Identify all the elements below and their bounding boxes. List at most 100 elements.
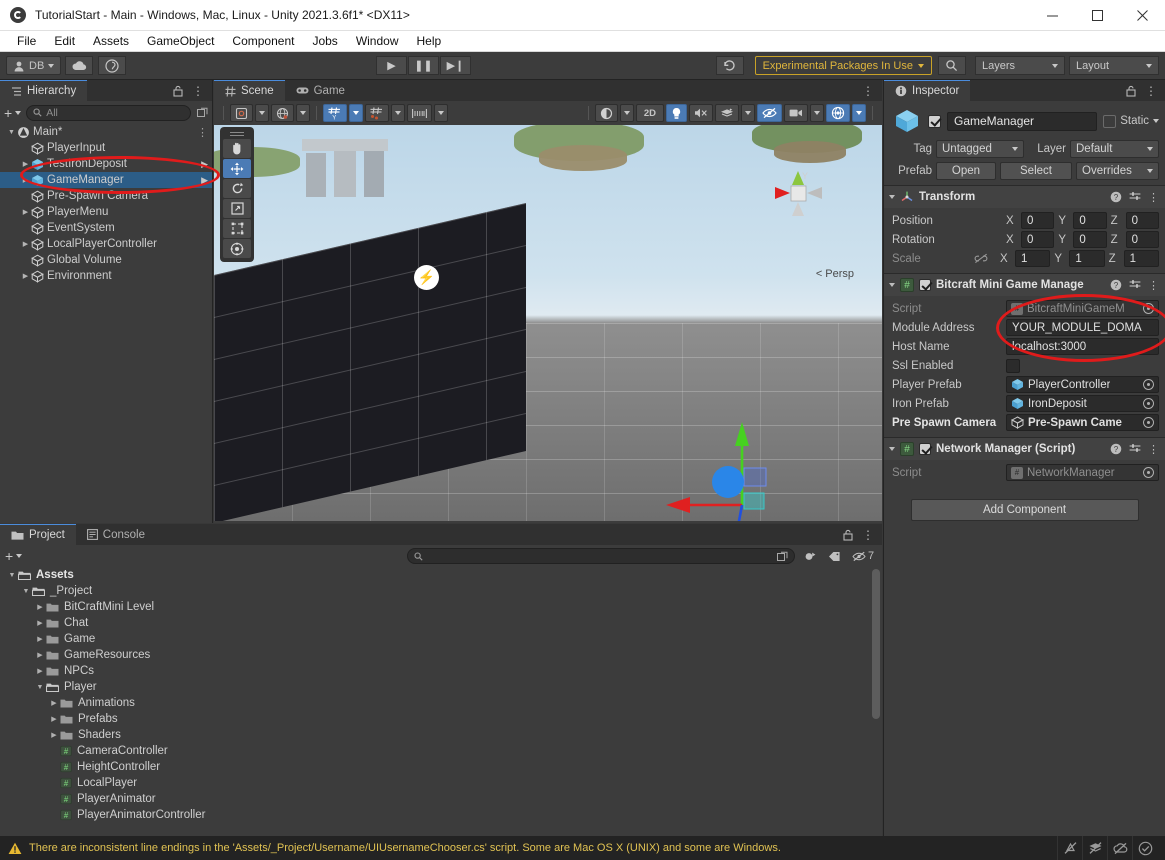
module-address-input[interactable]: YOUR_MODULE_DOMA xyxy=(1006,319,1159,336)
project-item-game[interactable]: ▶ Game xyxy=(0,631,882,647)
expand-arrow-icon[interactable]: ▶ xyxy=(20,240,31,248)
preset-icon[interactable] xyxy=(1129,191,1141,203)
status-message[interactable]: There are inconsistent line endings in t… xyxy=(29,842,781,854)
grid-ruler-dropdown[interactable] xyxy=(434,104,448,122)
hierarchy-item-testirondeposit[interactable]: ▶ TestIronDeposit ▶ xyxy=(0,156,212,172)
host-name-input[interactable]: localhost:3000 xyxy=(1006,338,1159,355)
expand-arrow-icon[interactable]: ▼ xyxy=(6,572,18,579)
rotation-x-input[interactable]: 0 xyxy=(1021,231,1055,248)
chevron-down-icon[interactable] xyxy=(889,447,895,451)
gizmos-dropdown[interactable] xyxy=(852,104,866,122)
menu-component[interactable]: Component xyxy=(223,31,303,52)
hidden-objects-toggle[interactable] xyxy=(757,104,782,122)
expand-arrow-icon[interactable]: ▶ xyxy=(48,715,60,723)
gameobject-name-input[interactable]: GameManager xyxy=(947,111,1098,131)
component-enabled-checkbox[interactable] xyxy=(919,443,931,455)
project-item-bitcraftmini-level[interactable]: ▶ BitCraftMini Level xyxy=(0,599,882,615)
transform-tool-button[interactable] xyxy=(223,239,251,258)
project-item-player[interactable]: ▼ Player xyxy=(0,679,882,695)
inspector-menu-icon[interactable]: ⋮ xyxy=(1145,84,1157,98)
hierarchy-scene-menu-icon[interactable]: ⋮ xyxy=(197,126,208,139)
lighting-toggle[interactable] xyxy=(666,104,687,122)
chevron-down-icon[interactable] xyxy=(1153,119,1159,123)
expand-arrow-icon[interactable]: ▶ xyxy=(34,635,46,643)
expand-arrow-icon[interactable]: ▶ xyxy=(48,731,60,739)
hidden-assets-filter[interactable]: 7 xyxy=(849,550,877,562)
network-script-field[interactable]: # NetworkManager xyxy=(1006,464,1159,481)
scene-view-mode-label[interactable]: < Persp xyxy=(816,268,854,280)
script-object-field[interactable]: # BitcraftMiniGameM xyxy=(1006,300,1159,317)
help-icon[interactable]: ? xyxy=(1110,191,1122,203)
lock-icon[interactable] xyxy=(1126,85,1136,97)
preset-icon[interactable] xyxy=(1129,443,1141,455)
scene-menu-icon[interactable]: ⋮ xyxy=(862,84,874,98)
prefab-enter-arrow-icon[interactable]: ▶ xyxy=(201,175,208,186)
expand-arrow-icon[interactable]: ▶ xyxy=(20,176,31,184)
rotate-tool-button[interactable] xyxy=(223,179,251,198)
preset-icon[interactable] xyxy=(1129,279,1141,291)
collab-off-icon[interactable] xyxy=(1057,836,1082,860)
menu-assets[interactable]: Assets xyxy=(84,31,138,52)
close-button[interactable] xyxy=(1120,0,1165,31)
collab-button[interactable] xyxy=(98,56,127,75)
account-button[interactable]: DB xyxy=(6,56,62,75)
menu-file[interactable]: File xyxy=(8,31,45,52)
expand-arrow-icon[interactable]: ▼ xyxy=(20,588,32,595)
move-gizmo[interactable] xyxy=(654,360,834,521)
handle-space-dropdown[interactable] xyxy=(296,104,310,122)
pivot-mode-button[interactable] xyxy=(230,104,253,122)
project-item-prefabs[interactable]: ▶ Prefabs xyxy=(0,711,882,727)
component-menu-icon[interactable]: ⋮ xyxy=(1148,191,1159,204)
project-search-input[interactable] xyxy=(407,548,795,564)
component-menu-icon[interactable]: ⋮ xyxy=(1148,443,1159,456)
grid-ruler-button[interactable] xyxy=(407,104,432,122)
cloud-off-icon[interactable] xyxy=(1107,836,1132,860)
lock-icon[interactable] xyxy=(173,85,183,97)
iron-prefab-field[interactable]: IronDeposit xyxy=(1006,395,1159,412)
link-off-icon[interactable] xyxy=(974,253,996,264)
tag-dropdown[interactable]: Untagged xyxy=(936,140,1024,158)
hierarchy-item-gamemanager[interactable]: ▶ GameManager ▶ xyxy=(0,172,212,188)
hierarchy-item-playermenu[interactable]: ▶ PlayerMenu xyxy=(0,204,212,220)
experimental-packages-button[interactable]: Experimental Packages In Use xyxy=(754,56,932,75)
menu-gameobject[interactable]: GameObject xyxy=(138,31,223,52)
expand-arrow-icon[interactable]: ▶ xyxy=(34,603,46,611)
project-scrollbar[interactable] xyxy=(872,569,880,799)
tab-scene[interactable]: Scene xyxy=(214,80,285,101)
project-item-localplayer[interactable]: # LocalPlayer xyxy=(0,775,882,791)
pause-button[interactable]: ❚❚ xyxy=(407,56,439,75)
static-checkbox[interactable] xyxy=(1103,114,1117,128)
prefab-select-button[interactable]: Select xyxy=(1000,162,1072,180)
minimize-button[interactable] xyxy=(1030,0,1075,31)
component-header[interactable]: # Network Manager (Script) ? ⋮ xyxy=(884,438,1165,460)
layers-off-icon[interactable] xyxy=(1082,836,1107,860)
player-prefab-field[interactable]: PlayerController xyxy=(1006,376,1159,393)
help-icon[interactable]: ? xyxy=(1110,443,1122,455)
hierarchy-menu-icon[interactable]: ⋮ xyxy=(192,84,204,98)
expand-arrow-icon[interactable]: ▶ xyxy=(20,160,31,168)
layers-dropdown[interactable]: Layers xyxy=(974,56,1065,75)
tab-hierarchy[interactable]: Hierarchy xyxy=(0,80,88,101)
component-header[interactable]: # Bitcraft Mini Game Manage ? ⋮ xyxy=(884,274,1165,296)
component-header[interactable]: Transform ? ⋮ xyxy=(884,186,1165,208)
position-y-input[interactable]: 0 xyxy=(1073,212,1107,229)
tab-console[interactable]: Console xyxy=(75,524,156,545)
object-picker-icon[interactable] xyxy=(1143,467,1154,478)
move-tool-button[interactable] xyxy=(223,159,251,178)
lock-icon[interactable] xyxy=(843,529,853,541)
project-item-chat[interactable]: ▶ Chat xyxy=(0,615,882,631)
menu-help[interactable]: Help xyxy=(408,31,451,52)
position-z-input[interactable]: 0 xyxy=(1125,212,1159,229)
add-component-button[interactable]: Add Component xyxy=(910,499,1139,521)
hand-tool-button[interactable] xyxy=(223,139,251,158)
hierarchy-item-playerinput[interactable]: PlayerInput xyxy=(0,140,212,156)
hierarchy-search-input[interactable]: All xyxy=(26,104,191,121)
object-picker-icon[interactable] xyxy=(1143,398,1154,409)
prefab-open-button[interactable]: Open xyxy=(936,162,996,180)
snap-increment-dropdown[interactable] xyxy=(391,104,405,122)
grid-axis-button[interactable]: Y xyxy=(323,104,347,122)
twod-toggle[interactable]: 2D xyxy=(635,104,664,122)
expand-arrow-icon[interactable]: ▼ xyxy=(6,129,17,136)
object-picker-icon[interactable] xyxy=(1143,417,1154,428)
hierarchy-item-localplayercontroller[interactable]: ▶ LocalPlayerController xyxy=(0,236,212,252)
